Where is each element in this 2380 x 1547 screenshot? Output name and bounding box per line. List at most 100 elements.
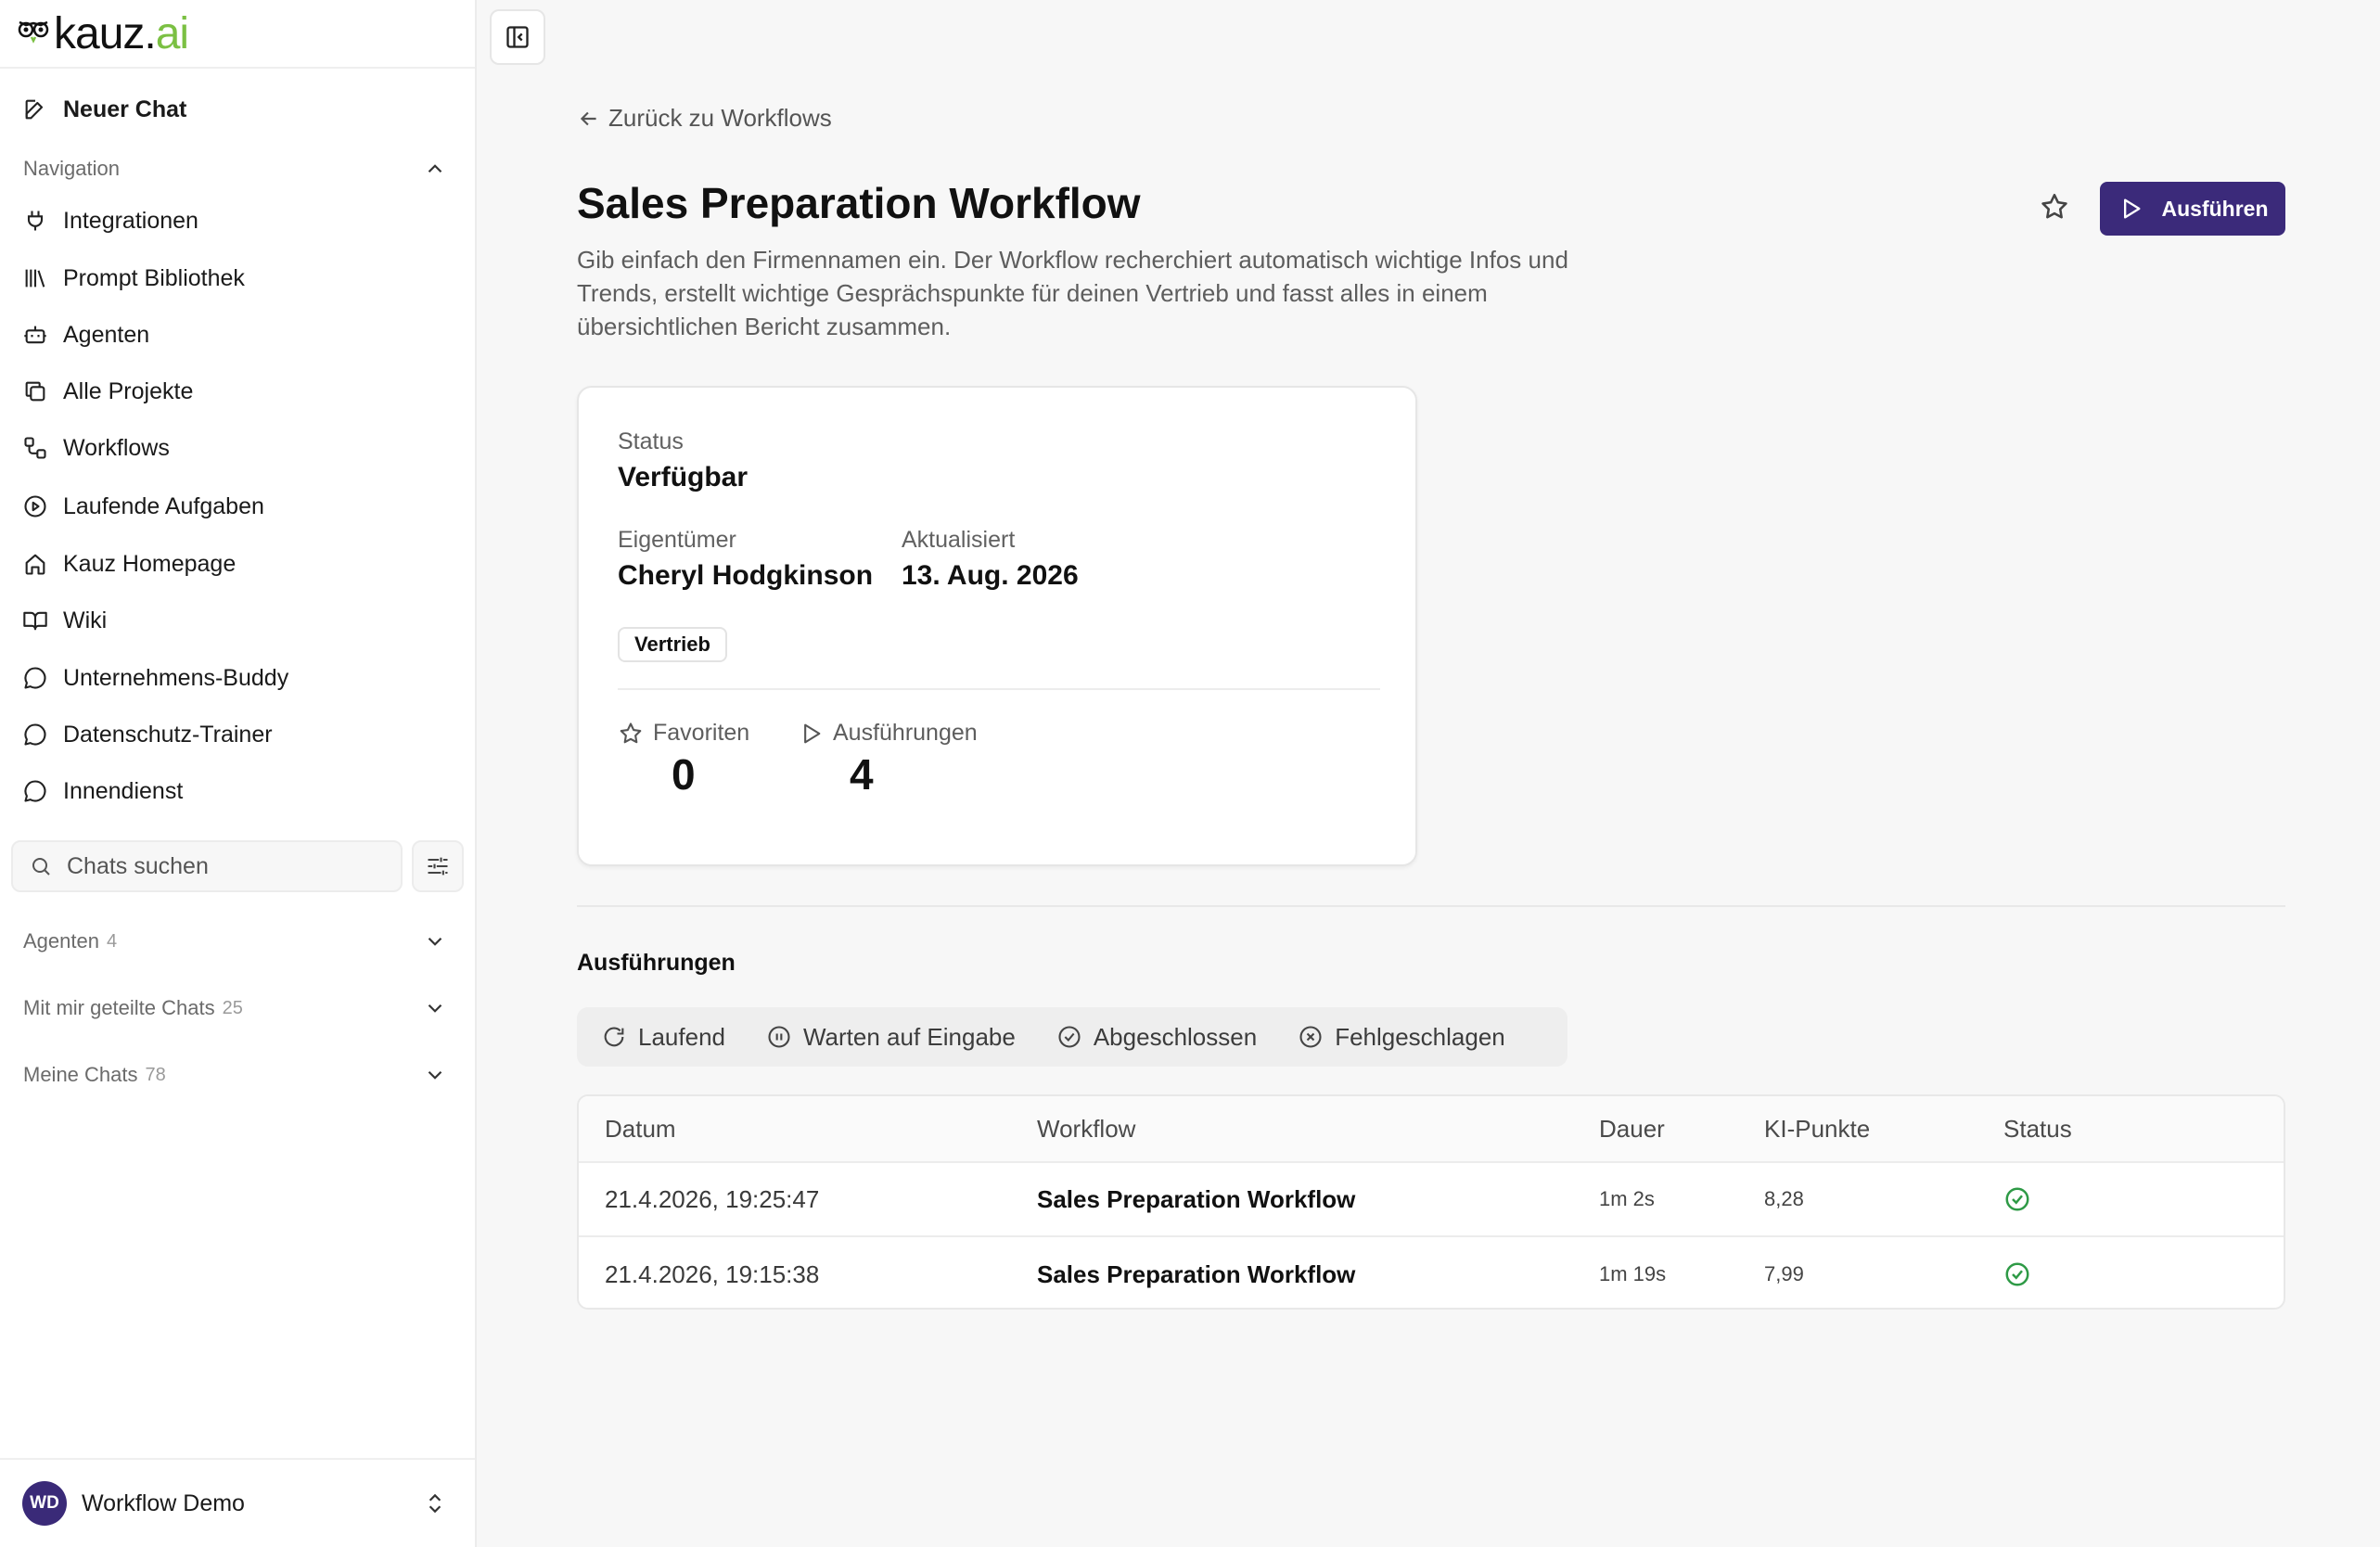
sidebar-item-agenten[interactable]: Agenten	[22, 316, 149, 353]
group-my-chats[interactable]: Meine Chats 78	[23, 1061, 166, 1089]
chat-search-input[interactable]: Chats suchen	[11, 840, 403, 892]
play-icon	[804, 723, 821, 743]
chat-bubble-icon	[24, 723, 46, 746]
sidebar-item-unternehmens-buddy[interactable]: Unternehmens-Buddy	[22, 659, 288, 697]
navigation-label: Navigation	[23, 157, 120, 180]
sidebar-item-alle-projekte[interactable]: Alle Projekte	[22, 373, 193, 410]
sidebar-item-label: Kauz Homepage	[63, 550, 237, 577]
tab-running[interactable]: Laufend	[601, 1023, 725, 1052]
copy-icon	[25, 381, 45, 402]
favorite-star-icon[interactable]	[2039, 191, 2070, 223]
group-count: 78	[145, 1064, 166, 1085]
tab-label: Fehlgeschlagen	[1335, 1022, 1505, 1051]
sidebar-item-wiki[interactable]: Wiki	[22, 602, 107, 639]
logo-row: kauz. ai	[0, 0, 475, 69]
star-icon	[620, 722, 642, 743]
row-duration: 1m 2s	[1599, 1187, 1655, 1210]
sidebar-item-label: Wiki	[63, 607, 108, 633]
row-status	[2003, 1163, 2031, 1235]
table-row[interactable]: 21.4.2026, 19:15:38 Sales Preparation Wo…	[579, 1237, 2284, 1308]
sidebar-item-label: Integrationen	[63, 207, 198, 234]
table-row[interactable]: 21.4.2026, 19:25:47 Sales Preparation Wo…	[579, 1163, 2284, 1237]
sidebar-item-integrationen[interactable]: Integrationen	[22, 202, 198, 239]
executions-heading: Ausführungen	[577, 950, 736, 976]
column-header-workflow[interactable]: Workflow	[1037, 1096, 1135, 1161]
group-count: 4	[106, 930, 118, 952]
main-content: Zurück zu Workflows Sales Preparation Wo…	[477, 0, 2380, 1547]
row-workflow: Sales Preparation Workflow	[1037, 1259, 1356, 1288]
check-circle-icon	[1058, 1026, 1081, 1048]
column-header-status[interactable]: Status	[2003, 1096, 2072, 1161]
plug-icon	[27, 211, 44, 231]
row-date: 21.4.2026, 19:25:47	[605, 1184, 820, 1213]
row-ai-points: 7,99	[1764, 1262, 1804, 1285]
execution-filter-tabs: Laufend Warten auf Eingabe Abgeschlossen…	[577, 1007, 1567, 1067]
column-header-ai-points[interactable]: KI-Punkte	[1764, 1096, 1870, 1161]
owner-label: Eigentümer	[618, 527, 736, 553]
sidebar-item-laufende-aufgaben[interactable]: Laufende Aufgaben	[22, 488, 264, 525]
logo-text: kauz.	[54, 8, 157, 58]
workflow-info-card: Status Verfügbar Eigentümer Cheryl Hodgk…	[577, 386, 1417, 866]
runs-label: Ausführungen	[833, 720, 978, 746]
sidebar-item-datenschutz-trainer[interactable]: Datenschutz-Trainer	[22, 716, 273, 753]
page-title: Sales Preparation Workflow	[577, 179, 1141, 227]
chevron-down-icon[interactable]	[423, 1063, 447, 1087]
chevrons-up-down-icon	[429, 1493, 441, 1514]
tab-waiting-for-input[interactable]: Warten auf Eingabe	[766, 1023, 1016, 1052]
table-header: Datum Workflow Dauer KI-Punkte Status	[579, 1096, 2284, 1163]
sidebar-item-workflows[interactable]: Workflows	[22, 429, 170, 467]
owl-icon	[18, 20, 49, 44]
refresh-icon	[604, 1027, 624, 1047]
avatar: WD	[22, 1481, 67, 1526]
column-header-date[interactable]: Datum	[605, 1096, 676, 1161]
home-icon	[25, 554, 45, 575]
check-circle-icon	[2005, 1187, 2029, 1211]
book-icon	[23, 611, 47, 631]
runs-stat-label: Ausführungen	[798, 720, 978, 747]
group-shared-chats[interactable]: Mit mir geteilte Chats 25	[23, 994, 243, 1022]
chat-filter-button[interactable]	[412, 840, 464, 892]
sidebar-item-label: Laufende Aufgaben	[63, 492, 264, 519]
sidebar-item-label: Alle Projekte	[63, 377, 194, 404]
favorites-label: Favoriten	[653, 720, 750, 746]
pause-circle-icon	[768, 1026, 790, 1048]
row-workflow: Sales Preparation Workflow	[1037, 1184, 1356, 1213]
search-icon	[32, 858, 50, 876]
status-value: Verfügbar	[618, 462, 749, 492]
arrow-left-icon	[580, 111, 596, 125]
tab-failed[interactable]: Fehlgeschlagen	[1298, 1023, 1505, 1052]
runs-count: 4	[850, 750, 874, 799]
group-label: Meine Chats	[23, 1063, 138, 1086]
chat-bubble-icon	[24, 780, 46, 802]
owner-value: Cheryl Hodgkinson	[618, 560, 874, 591]
card-divider	[618, 688, 1380, 690]
group-label: Mit mir geteilte Chats	[23, 996, 215, 1019]
sidebar-item-label: Prompt Bibliothek	[63, 264, 245, 291]
run-workflow-button[interactable]: Ausführen	[2100, 182, 2285, 236]
sidebar-item-prompt-bibliothek[interactable]: Prompt Bibliothek	[22, 260, 245, 297]
user-menu[interactable]: WD Workflow Demo	[0, 1458, 475, 1547]
back-to-workflows-link[interactable]: Zurück zu Workflows	[577, 104, 832, 133]
updated-value: 13. Aug. 2026	[902, 560, 1079, 591]
sidebar-item-innendienst[interactable]: Innendienst	[22, 773, 183, 810]
tab-label: Warten auf Eingabe	[802, 1022, 1016, 1051]
search-placeholder: Chats suchen	[67, 852, 209, 879]
sidebar-item-kauz-homepage[interactable]: Kauz Homepage	[22, 545, 236, 582]
updated-label: Aktualisiert	[902, 527, 1016, 553]
navigation-section-toggle[interactable]: Navigation	[23, 155, 120, 183]
sidebar-item-label: Innendienst	[63, 777, 184, 804]
play-icon	[2123, 198, 2140, 219]
column-header-duration[interactable]: Dauer	[1599, 1096, 1665, 1161]
group-agenten[interactable]: Agenten 4	[23, 927, 117, 955]
executions-table: Datum Workflow Dauer KI-Punkte Status 21…	[577, 1094, 2285, 1310]
panel-left-icon	[506, 26, 529, 48]
tab-completed[interactable]: Abgeschlossen	[1056, 1023, 1257, 1052]
sidebar-item-label: Datenschutz-Trainer	[63, 721, 273, 748]
new-chat-button[interactable]: Neuer Chat	[22, 91, 186, 128]
chevron-down-icon[interactable]	[423, 929, 447, 953]
chevron-up-icon[interactable]	[423, 157, 447, 181]
kauz-logo[interactable]: kauz. ai	[15, 8, 189, 59]
sidebar-toggle-button[interactable]	[490, 9, 545, 65]
chevron-down-icon[interactable]	[423, 996, 447, 1020]
section-divider	[577, 905, 2285, 907]
